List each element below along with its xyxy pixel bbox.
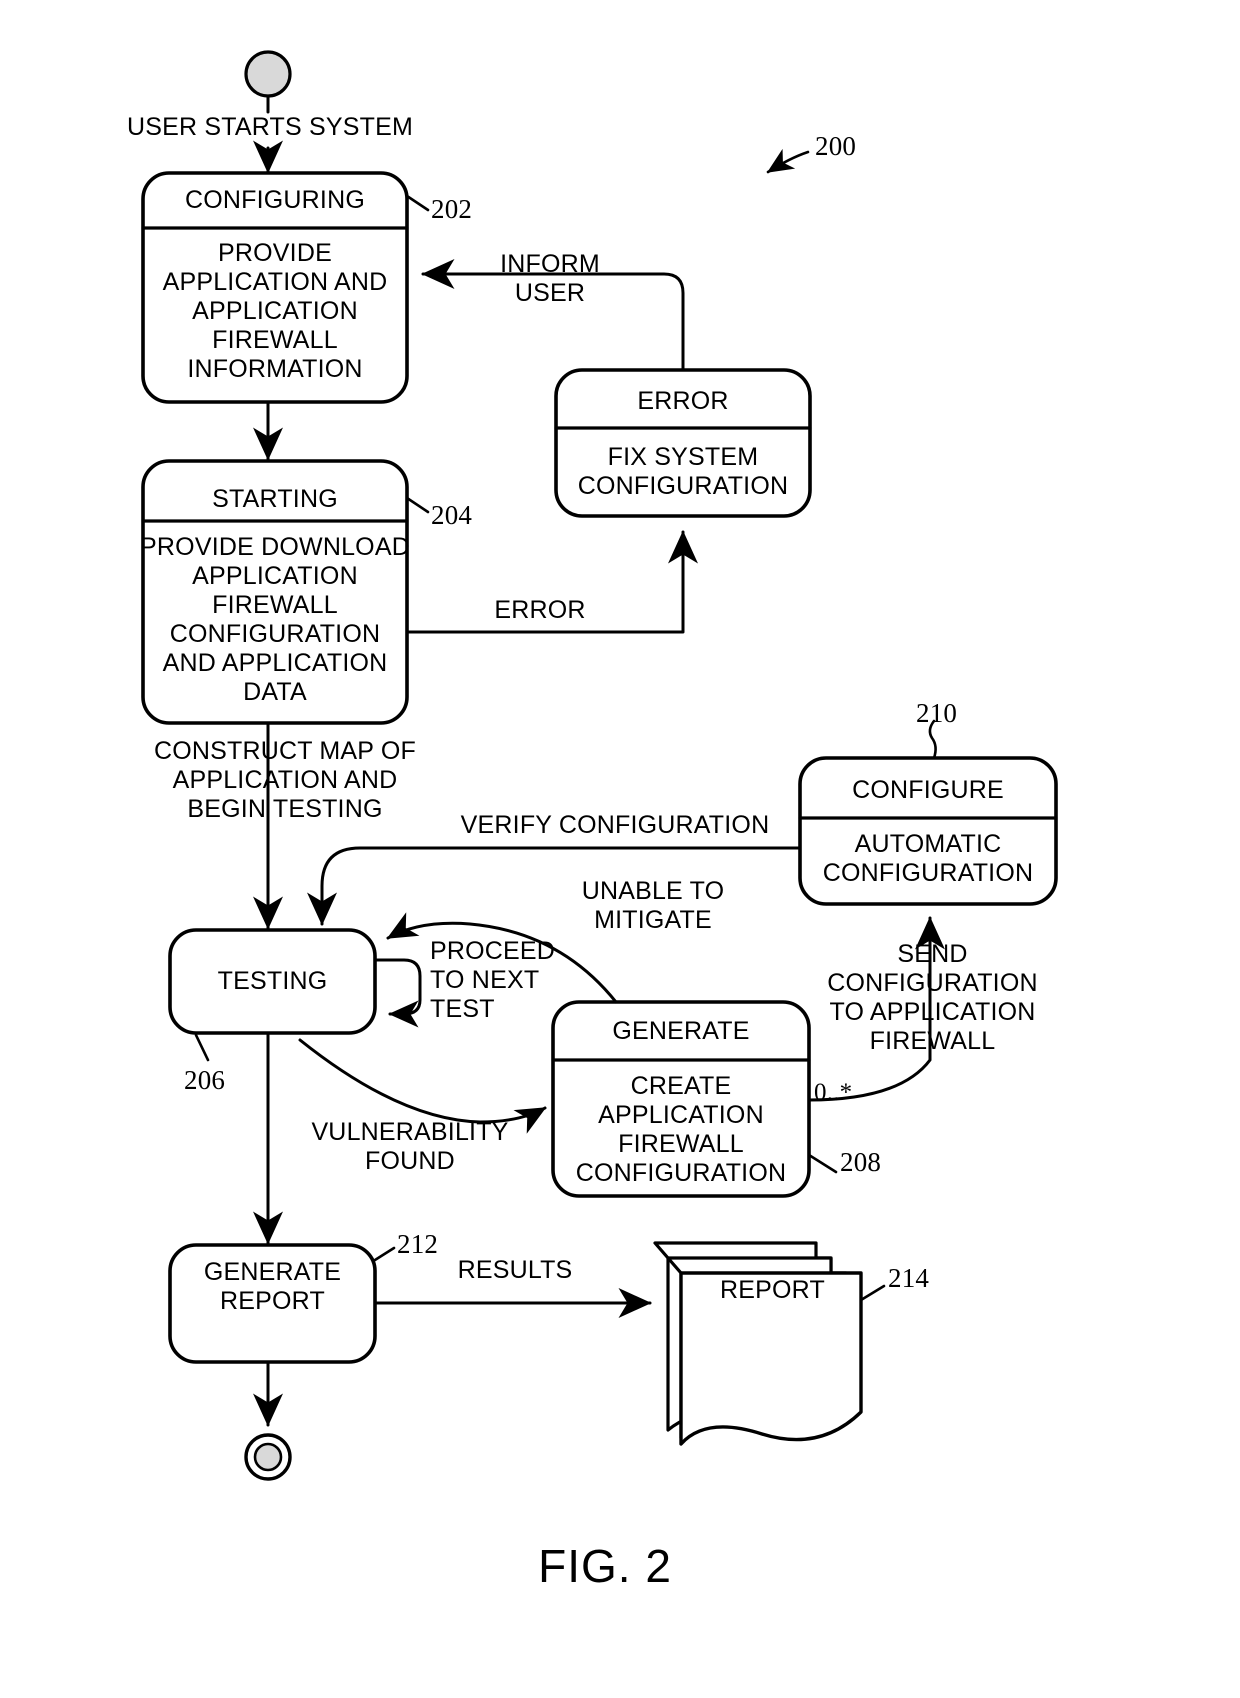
- state-configure-body: AUTOMATIC CONFIGURATION: [822, 830, 1034, 887]
- artifact-ref-214: 214: [888, 1263, 930, 1293]
- diagram-ref-leader: [766, 148, 810, 174]
- state-ref-204: 204: [431, 500, 473, 530]
- state-starting-body: PROVIDE DOWNLOAD APPLICATION FIREWALL CO…: [140, 533, 410, 706]
- state-configure-title: CONFIGURE: [852, 776, 1004, 804]
- transition-label-send-configuration: SEND CONFIGURATION TO APPLICATION FIREWA…: [827, 940, 1038, 1055]
- patent-figure-2: USER STARTS SYSTEM 200 CONFIGURING PROVI…: [0, 0, 1240, 1698]
- transition-label-error: ERROR: [494, 596, 586, 624]
- transition-label-inform-user: INFORM USER: [500, 250, 600, 307]
- state-generate-report-title: GENERATE REPORT: [203, 1258, 342, 1315]
- state-ref-202: 202: [431, 194, 473, 224]
- initial-state-marker: [244, 50, 292, 98]
- transition-label-verify-configuration: VERIFY CONFIGURATION: [460, 811, 770, 839]
- final-state-outer-ring: [244, 1433, 292, 1481]
- state-configuring-title: CONFIGURING: [185, 186, 365, 214]
- state-error-title: ERROR: [637, 387, 729, 415]
- state-generate-title: GENERATE: [612, 1017, 750, 1045]
- state-error-body: FIX SYSTEM CONFIGURATION: [577, 443, 789, 500]
- multiplicity-label-generate: 0..*: [814, 1079, 853, 1106]
- diagram-ref-200: 200: [815, 131, 857, 161]
- transition-label-proceed-next-test: PROCEED TO NEXT TEST: [430, 937, 556, 1023]
- state-ref-208: 208: [840, 1147, 882, 1177]
- state-testing-title: TESTING: [217, 967, 328, 995]
- report-sheet-back: [653, 1241, 833, 1432]
- transition-label-construct-map: CONSTRUCT MAP OF APPLICATION AND BEGIN T…: [153, 737, 416, 823]
- state-generate-body: CREATE APPLICATION FIREWALL CONFIGURATIO…: [575, 1072, 787, 1187]
- state-ref-210: 210: [916, 698, 958, 728]
- state-starting-title: STARTING: [212, 485, 338, 513]
- transition-label-user-starts-system: USER STARTS SYSTEM: [126, 113, 414, 141]
- transition-label-results: RESULTS: [457, 1256, 573, 1284]
- transition-label-vulnerability-found: VULNERABILITY FOUND: [311, 1118, 509, 1175]
- figure-caption: FIG. 2: [538, 1540, 672, 1592]
- final-state-inner-dot: [253, 1442, 283, 1472]
- state-configuring-body: PROVIDE APPLICATION AND APPLICATION FIRE…: [162, 239, 388, 383]
- artifact-report-title: REPORT: [720, 1276, 825, 1304]
- state-ref-206: 206: [184, 1065, 226, 1095]
- transition-label-unable-to-mitigate: UNABLE TO MITIGATE: [581, 877, 725, 934]
